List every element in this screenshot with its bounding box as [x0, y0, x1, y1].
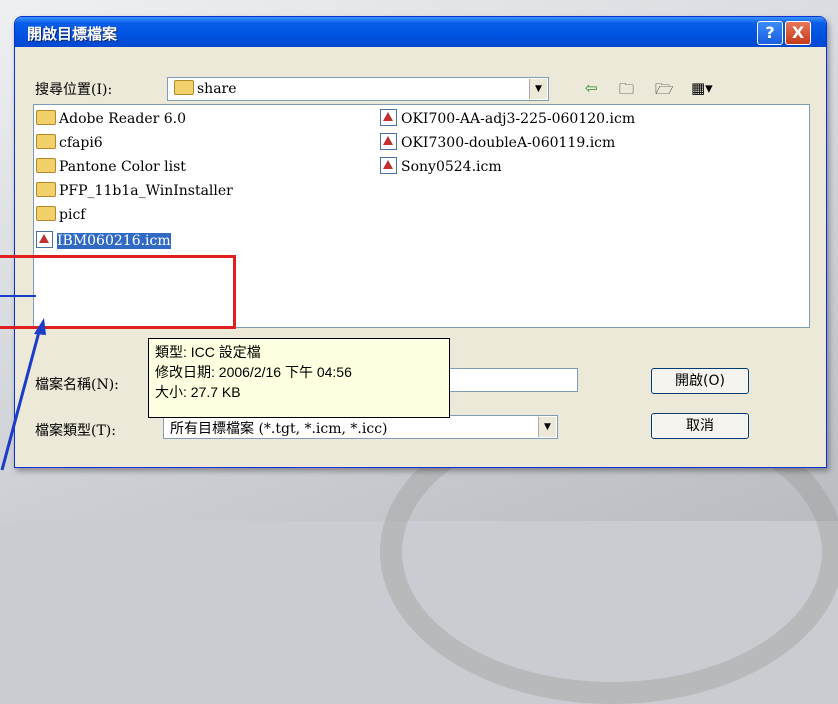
tooltip-modified: 修改日期: 2006/2/16 下午 04:56: [155, 364, 352, 380]
tooltip-size: 大小: 27.7 KB: [155, 384, 241, 400]
tooltip-type: 類型: ICC 設定檔: [155, 344, 261, 360]
annotation-arrow: [0, 295, 46, 471]
file-info-tooltip: 類型: ICC 設定檔 修改日期: 2006/2/16 下午 04:56 大小:…: [148, 338, 450, 418]
